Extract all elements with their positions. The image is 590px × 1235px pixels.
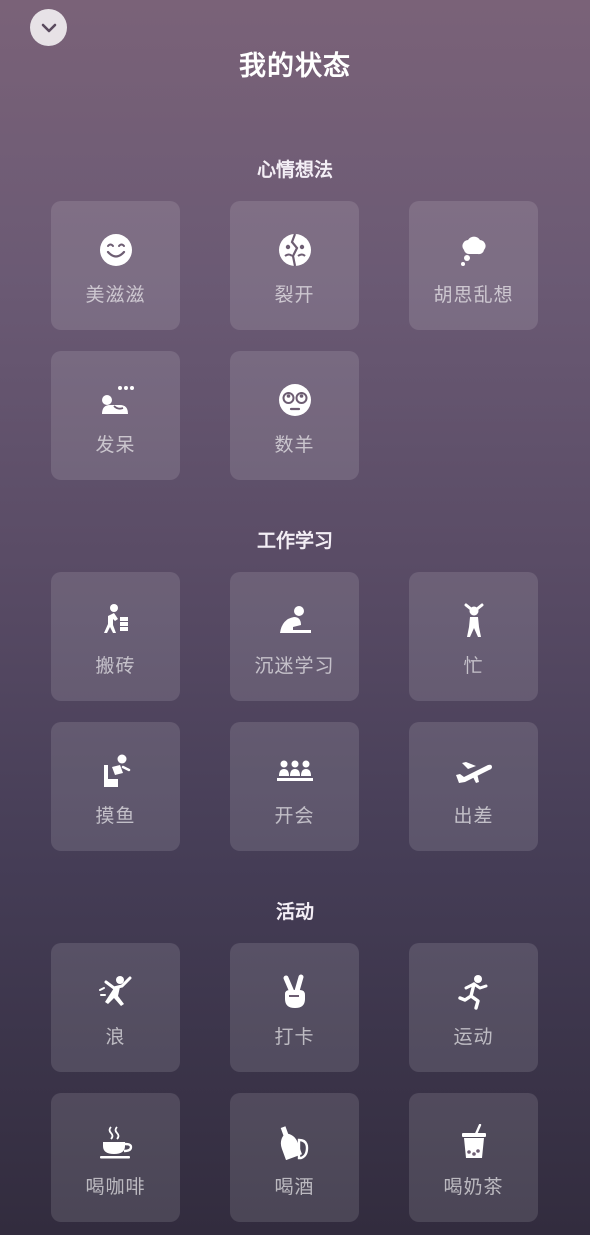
tile-label: 数羊 [274,434,315,456]
tile-label: 出差 [453,805,494,827]
tile-label: 搬砖 [95,655,136,677]
status-tile-liekai[interactable]: 裂开 [230,201,359,330]
tile-label: 开会 [274,805,315,827]
section-title-work: 工作学习 [256,530,333,552]
status-tile-chuchai[interactable]: 出差 [409,722,538,851]
daydream-icon [96,380,136,420]
smile-icon [96,230,136,270]
tile-label: 发呆 [95,434,136,456]
status-tile-husiluanxiang[interactable]: 胡思乱想 [409,201,538,330]
tile-label: 裂开 [274,284,315,306]
status-tile-daka[interactable]: 打卡 [230,943,359,1072]
status-tile-fadai[interactable]: 发呆 [51,351,180,480]
cracked-face-icon [275,230,315,270]
status-tile-meizizi[interactable]: 美滋滋 [51,201,180,330]
tile-label: 忙 [463,655,484,677]
victory-hand-icon [275,972,315,1012]
status-tile-chenmixuexi[interactable]: 沉迷学习 [230,572,359,701]
status-tile-hekafei[interactable]: 喝咖啡 [51,1093,180,1222]
chevron-down-icon [40,22,58,34]
tile-label: 胡思乱想 [433,284,514,306]
status-tile-kaihui[interactable]: 开会 [230,722,359,851]
tile-label: 摸鱼 [95,805,136,827]
tile-label: 美滋滋 [85,284,146,306]
status-tile-hejiu[interactable]: 喝酒 [230,1093,359,1222]
running-icon [454,972,494,1012]
status-tile-banzhuan[interactable]: 搬砖 [51,572,180,701]
status-tile-moyu[interactable]: 摸鱼 [51,722,180,851]
coffee-icon [96,1122,136,1162]
tile-label: 喝咖啡 [85,1176,146,1198]
page-title: 我的状态 [239,51,351,82]
status-tile-henaicha[interactable]: 喝奶茶 [409,1093,538,1222]
airplane-icon [454,751,494,791]
wine-bottle-icon [275,1122,315,1162]
thought-bubble-icon [454,230,494,270]
tile-label: 沉迷学习 [254,655,335,677]
sleepy-face-icon [275,380,315,420]
meeting-icon [275,751,315,791]
slacking-icon [96,751,136,791]
study-icon [275,601,315,641]
carry-bricks-icon [96,601,136,641]
tile-label: 喝奶茶 [443,1176,504,1198]
tile-label: 喝酒 [274,1176,315,1198]
tile-label: 运动 [453,1026,494,1048]
status-tile-shuyang[interactable]: 数羊 [230,351,359,480]
section-title-activity: 活动 [275,901,314,923]
busy-person-icon [454,601,494,641]
tile-label: 浪 [105,1026,126,1048]
party-dance-icon [96,972,136,1012]
status-tile-yundong[interactable]: 运动 [409,943,538,1072]
status-tile-mang[interactable]: 忙 [409,572,538,701]
bubble-tea-icon [454,1122,494,1162]
section-title-mood: 心情想法 [256,159,333,181]
collapse-button[interactable] [30,9,67,46]
tile-label: 打卡 [274,1026,315,1048]
status-tile-lang[interactable]: 浪 [51,943,180,1072]
